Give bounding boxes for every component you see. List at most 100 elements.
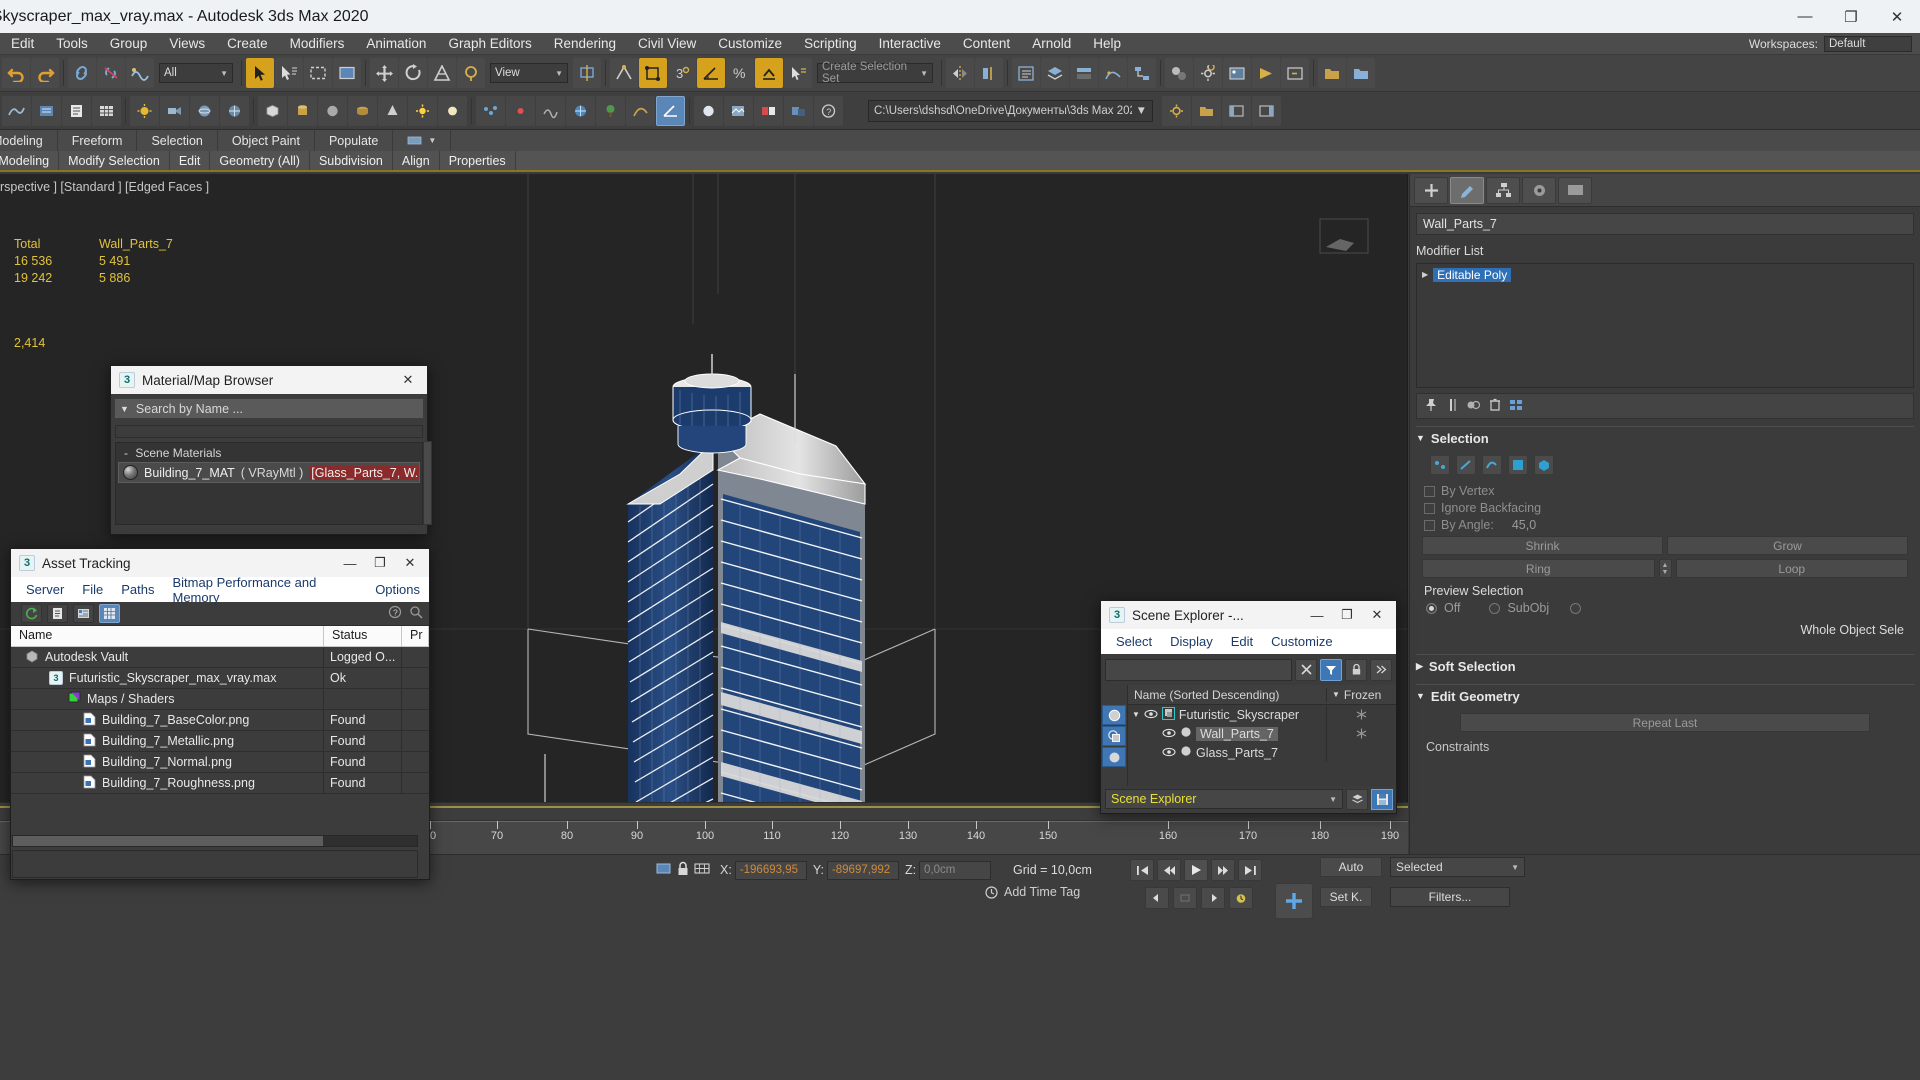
asset-table-hscrollbar[interactable] (12, 835, 418, 847)
project-folder-icon[interactable] (1318, 58, 1346, 88)
window-crossing-icon[interactable] (333, 58, 361, 88)
next-frame-icon[interactable] (1211, 859, 1235, 881)
pin-stack-icon[interactable] (1424, 398, 1438, 415)
table-row[interactable]: Maps / Shaders (11, 689, 429, 710)
asset-menu-options[interactable]: Options (366, 582, 429, 597)
selection-filter-select[interactable]: All ▼ (159, 63, 233, 83)
column-frozen-header[interactable]: ▼ Frozen (1326, 687, 1396, 702)
z-field[interactable]: 0,0cm (919, 860, 992, 880)
rendered-frame-window-icon[interactable] (1223, 58, 1251, 88)
list-view-icon[interactable] (47, 604, 68, 623)
chevron-down-icon[interactable]: ▼ (1132, 710, 1140, 719)
undo-icon[interactable] (2, 58, 30, 88)
scene-explorer-maximize-button[interactable]: ❐ (1332, 601, 1362, 629)
save-explorer-icon[interactable] (1371, 788, 1393, 810)
asset-tracking-maximize-button[interactable]: ❐ (365, 549, 395, 577)
material-search-input[interactable]: Search by Name ... (136, 402, 243, 416)
edit-named-selection-sets-icon[interactable] (784, 58, 812, 88)
snaps-3d-icon[interactable]: 3 (668, 58, 696, 88)
notes-icon[interactable] (62, 95, 91, 126)
create-shapes-icon[interactable] (2, 95, 31, 126)
scene-explorer-dialog[interactable]: 3 Scene Explorer -... — ❐ ✕ Select Displ… (1100, 600, 1397, 814)
unlink-selection-icon[interactable] (97, 58, 125, 88)
material-list-scrollbar[interactable] (423, 441, 432, 525)
helper-point-icon[interactable] (506, 95, 535, 126)
scene-materials-header[interactable]: - Scene Materials (116, 443, 422, 462)
refresh-icon[interactable] (21, 604, 42, 623)
omni-light-icon[interactable] (438, 95, 467, 126)
ribbon-subtab-subdivision[interactable]: Subdivision (309, 151, 393, 170)
keyboard-entry-icon[interactable] (694, 861, 710, 879)
close-button[interactable]: ✕ (1874, 0, 1920, 33)
material-search-row[interactable]: ▼ Search by Name ... (114, 398, 424, 419)
shrink-button[interactable]: Shrink (1422, 536, 1663, 555)
filters-button[interactable]: Filters... (1390, 887, 1510, 907)
select-and-scale-icon[interactable] (428, 58, 456, 88)
frozen-toggle[interactable] (1326, 743, 1396, 762)
use-pivot-point-center-icon[interactable] (573, 58, 601, 88)
ring-spinner[interactable]: ▲ ▼ (1658, 559, 1672, 578)
eye-icon[interactable] (1162, 746, 1176, 760)
scene-menu-display[interactable]: Display (1161, 634, 1222, 649)
cylinder-primitive-icon[interactable] (288, 95, 317, 126)
vertex-subobject-icon[interactable] (1430, 455, 1450, 475)
lock-icon[interactable] (1345, 658, 1367, 681)
open-folder-icon[interactable] (1192, 95, 1221, 126)
set-key-button[interactable]: Set K. (1320, 887, 1372, 907)
particle-system-icon[interactable] (476, 95, 505, 126)
ribbon-subtab-edit[interactable]: Edit (169, 151, 211, 170)
scene-explorer-name-field[interactable]: Scene Explorer ▼ (1105, 789, 1343, 809)
box-primitive-icon[interactable] (258, 95, 287, 126)
loop-button[interactable]: Loop (1675, 559, 1908, 578)
selection-filter-combo[interactable]: Selected ▼ (1390, 857, 1525, 877)
asset-col-pr[interactable]: Pr (402, 626, 429, 646)
select-and-rotate-icon[interactable] (399, 58, 427, 88)
scene-explorer-search-input[interactable] (1105, 658, 1292, 681)
x-field[interactable]: -196693,95 (734, 860, 807, 880)
align-icon[interactable] (975, 58, 1003, 88)
grid-view-icon[interactable] (99, 604, 120, 623)
snaps-toggle-icon[interactable] (639, 58, 667, 88)
frozen-toggle[interactable] (1326, 705, 1396, 724)
asset-menu-paths[interactable]: Paths (112, 582, 163, 597)
menu-item-customize[interactable]: Customize (707, 33, 793, 55)
render-to-texture-icon[interactable] (724, 95, 753, 126)
menu-item-modifiers[interactable]: Modifiers (279, 33, 356, 55)
chevron-right-icon[interactable]: ▶ (1422, 270, 1428, 279)
select-and-place-icon[interactable] (457, 58, 485, 88)
ignore-backfacing-checkbox-row[interactable]: Ignore Backfacing (1424, 501, 1910, 515)
scene-explorer-minimize-button[interactable]: — (1302, 601, 1332, 629)
details-view-icon[interactable] (73, 604, 94, 623)
menu-item-rendering[interactable]: Rendering (543, 33, 627, 55)
by-angle-checkbox[interactable] (1424, 519, 1435, 531)
asset-col-name[interactable]: Name (11, 626, 324, 646)
list-item[interactable]: Wall_Parts_7 (1128, 724, 1396, 743)
ribbon-tab-selection[interactable]: Selection (137, 130, 218, 151)
by-vertex-checkbox[interactable] (1424, 485, 1435, 497)
scrollbar-thumb[interactable] (13, 836, 323, 846)
by-angle-value[interactable]: 45,0 (1512, 518, 1536, 532)
object-name-field[interactable]: Wall_Parts_7 (1416, 213, 1914, 235)
next-key-icon[interactable] (1201, 887, 1225, 909)
chevron-down-icon[interactable]: ▼ (1416, 691, 1425, 701)
ribbon-tab-modeling[interactable]: Modeling (0, 130, 58, 151)
grow-button[interactable]: Grow (1667, 536, 1908, 555)
reference-coordinate-system-select[interactable]: View ▼ (490, 63, 568, 83)
frozen-toggle[interactable] (1326, 724, 1396, 743)
filter-shapes-icon[interactable] (1102, 726, 1126, 746)
tab-display-icon[interactable] (1558, 176, 1592, 204)
asset-col-status[interactable]: Status (324, 626, 402, 646)
scene-menu-select[interactable]: Select (1107, 634, 1161, 649)
table-row[interactable]: Building_7_BaseColor.png Found (11, 710, 429, 731)
table-row[interactable]: Building_7_Roughness.png Found (11, 773, 429, 794)
schematic-view-icon[interactable] (1128, 58, 1156, 88)
material-list-item[interactable]: Building_7_MAT ( VRayMtl ) [Glass_Parts_… (118, 462, 420, 483)
filter-icon[interactable] (1320, 658, 1342, 681)
select-object-icon[interactable] (246, 58, 274, 88)
ribbon-subtab-properties[interactable]: Properties (439, 151, 516, 170)
menu-item-help[interactable]: Help (1082, 33, 1132, 55)
scene-explorer-tree[interactable]: Name (Sorted Descending) ▼ Frozen ▼ Futu… (1127, 685, 1396, 795)
select-by-name-icon[interactable] (275, 58, 303, 88)
border-subobject-icon[interactable] (1482, 455, 1502, 475)
scene-menu-edit[interactable]: Edit (1222, 634, 1262, 649)
